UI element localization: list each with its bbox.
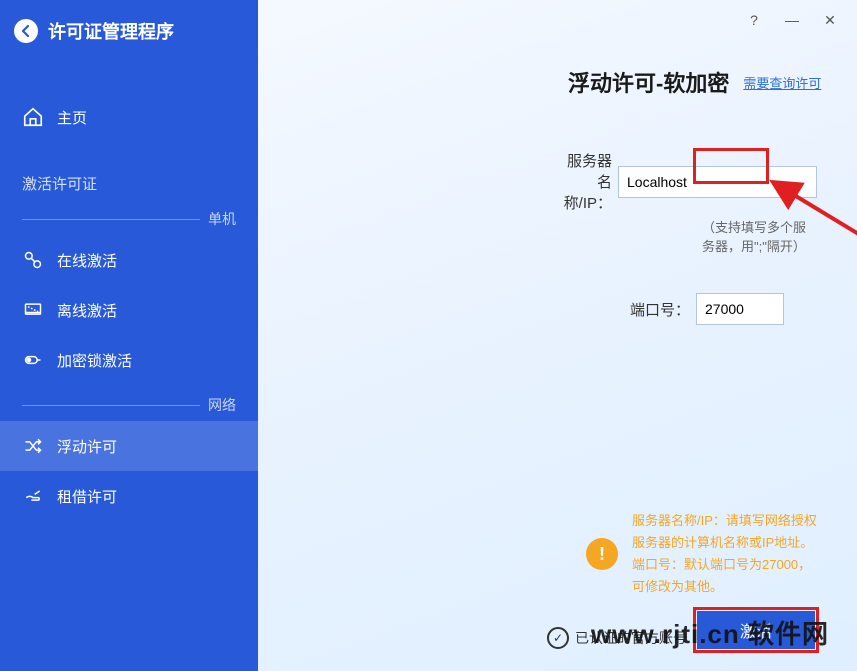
sidebar-item-dongle-activate[interactable]: 加密锁激活 (0, 335, 258, 385)
sidebar-header: 许可证管理程序 (0, 0, 258, 62)
online-activate-icon (22, 249, 44, 271)
sidebar-item-floating-license[interactable]: 浮动许可 (0, 421, 258, 471)
sidebar: 许可证管理程序 主页 激活许可证 单机 在线激活 离线激活 加密锁激活 网络 (0, 0, 258, 671)
page-header: 浮动许可-软加密 需要查询许可 (258, 0, 821, 98)
activate-button[interactable]: 激活 (697, 611, 815, 649)
sidebar-item-label: 加密锁激活 (57, 350, 132, 371)
main-content: ? — ✕ 浮动许可-软加密 需要查询许可 服务器名称/IP： （支持填写多个服… (258, 0, 857, 671)
sidebar-item-label: 离线激活 (57, 300, 117, 321)
floating-license-form: 服务器名称/IP： （支持填写多个服务器，用";"隔开） 端口号： (558, 150, 817, 329)
back-button[interactable] (14, 19, 38, 43)
info-text: 服务器名称/IP：请填写网络授权服务器的计算机名称或IP地址。 端口号：默认端口… (632, 510, 817, 598)
sidebar-item-label: 浮动许可 (57, 436, 117, 457)
wechat-icon: ✓ (547, 627, 569, 649)
wechat-watermark: ✓ 已认证的官方账号 (547, 627, 687, 649)
home-icon (22, 106, 44, 128)
sidebar-item-label: 在线激活 (57, 250, 117, 271)
app-title: 许可证管理程序 (48, 18, 174, 44)
shuffle-icon (22, 435, 44, 457)
offline-activate-icon (22, 299, 44, 321)
sidebar-item-online-activate[interactable]: 在线激活 (0, 235, 258, 285)
back-arrow-icon (19, 24, 33, 38)
sidebar-section-activate: 激活许可证 (0, 168, 258, 199)
warning-icon: ! (586, 538, 618, 570)
port-label: 端口号： (558, 299, 696, 320)
server-label: 服务器名称/IP： (558, 150, 618, 213)
sidebar-item-label: 租借许可 (57, 486, 117, 507)
sidebar-item-offline-activate[interactable]: 离线激活 (0, 285, 258, 335)
sidebar-item-label: 主页 (57, 107, 87, 128)
sidebar-item-home[interactable]: 主页 (0, 92, 258, 142)
hand-icon (22, 485, 44, 507)
info-line2: 端口号：默认端口号为27000，可修改为其他。 (632, 554, 817, 598)
server-input[interactable] (618, 166, 817, 198)
divider-network: 网络 (0, 395, 258, 415)
page-title: 浮动许可-软加密 (568, 66, 729, 98)
info-line1: 服务器名称/IP：请填写网络授权服务器的计算机名称或IP地址。 (632, 510, 817, 554)
dongle-icon (22, 349, 44, 371)
port-row: 端口号： (558, 293, 817, 325)
server-hint: （支持填写多个服务器，用";"隔开） (558, 217, 817, 255)
sidebar-item-borrow-license[interactable]: 租借许可 (0, 471, 258, 521)
port-input[interactable] (696, 293, 784, 325)
query-license-link[interactable]: 需要查询许可 (743, 73, 821, 92)
info-banner: ! 服务器名称/IP：请填写网络授权服务器的计算机名称或IP地址。 端口号：默认… (586, 510, 817, 598)
divider-standalone: 单机 (0, 209, 258, 229)
server-row: 服务器名称/IP： (558, 150, 817, 213)
